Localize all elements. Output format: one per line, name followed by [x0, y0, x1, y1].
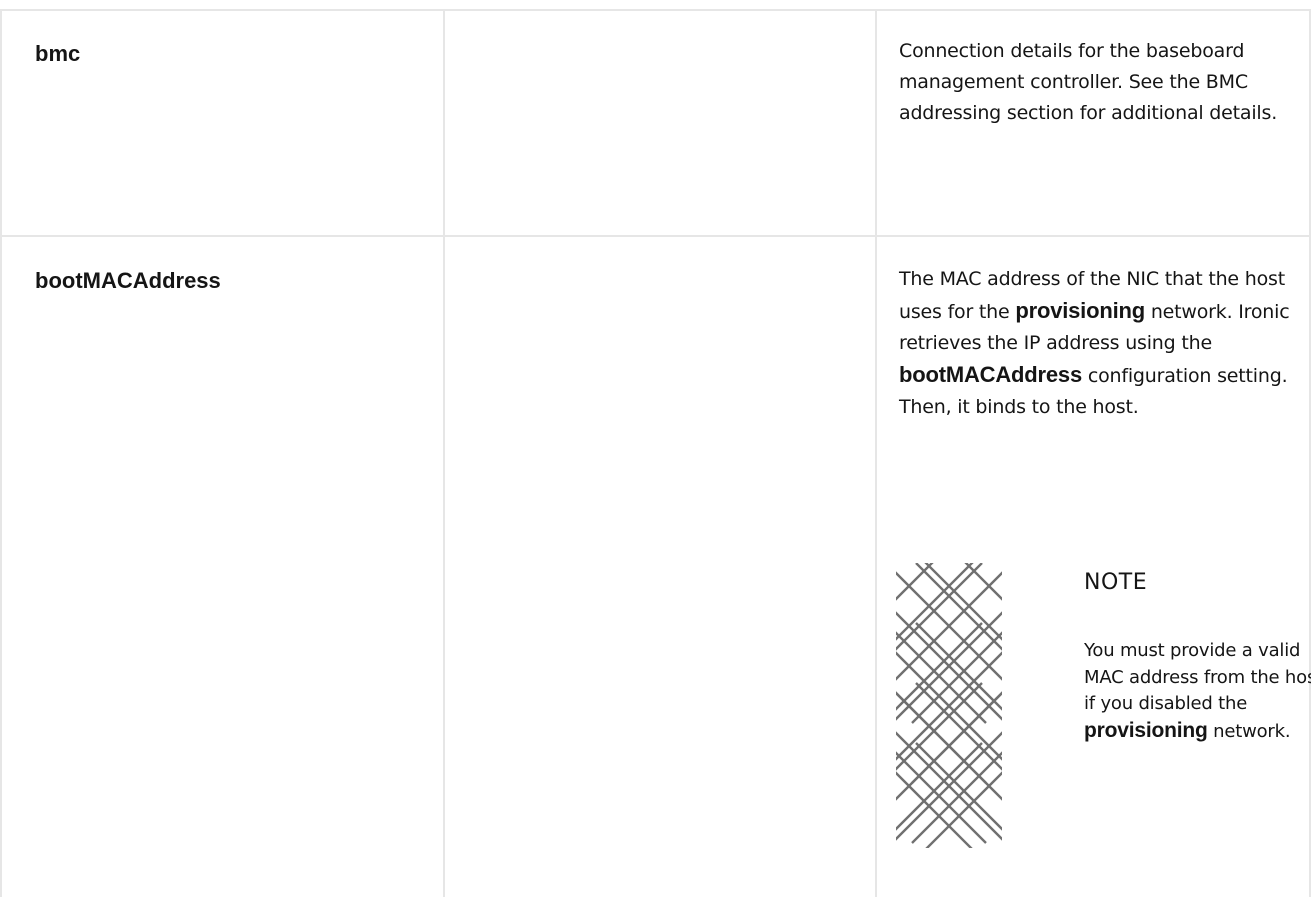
parameter-name: bmc	[35, 41, 81, 66]
note-pattern-icon	[896, 563, 1002, 848]
note-body: You must provide a valid MAC address fro…	[1084, 638, 1311, 745]
description-text: Connection details for the baseboard man…	[899, 40, 1278, 124]
note-text: network.	[1213, 720, 1291, 742]
parameter-description: The MAC address of the NIC that the host…	[899, 264, 1294, 423]
note-title: NOTE	[1084, 570, 1148, 595]
description-code-term: bootMACAddress	[899, 362, 1082, 387]
table-border-right-column	[875, 10, 877, 897]
description-code-term: provisioning	[1015, 298, 1145, 323]
note-code-term: provisioning	[1084, 718, 1208, 742]
table-row-divider	[0, 235, 1311, 237]
note-text: You must provide a valid MAC address fro…	[1084, 640, 1311, 714]
table-border-top	[0, 9, 1311, 11]
parameter-description: Connection details for the baseboard man…	[899, 36, 1294, 129]
parameter-name: bootMACAddress	[35, 268, 221, 293]
parameters-table: bmc Connection details for the baseboard…	[0, 0, 1311, 897]
table-border-left	[0, 10, 2, 897]
table-border-middle	[443, 10, 445, 897]
